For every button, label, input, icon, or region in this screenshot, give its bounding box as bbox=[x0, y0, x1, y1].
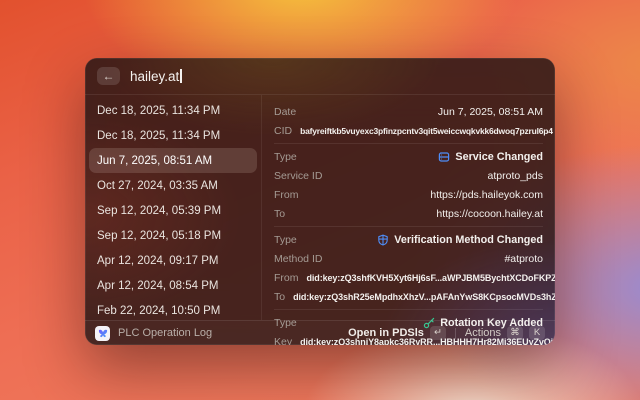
detail-label: Method ID bbox=[274, 253, 322, 265]
list-item-label: Dec 18, 2025, 11:34 PM bbox=[97, 105, 220, 117]
list-item-label: Sep 12, 2024, 05:18 PM bbox=[97, 230, 221, 242]
detail-row: Method ID #atproto bbox=[274, 249, 543, 268]
detail-label: Date bbox=[274, 106, 296, 118]
detail-label: To bbox=[274, 291, 285, 303]
operation-list: Dec 18, 2025, 11:34 PM Dec 18, 2025, 11:… bbox=[85, 95, 262, 320]
detail-row: Type Service Changed bbox=[274, 147, 543, 166]
list-item-label: Feb 22, 2024, 10:50 PM bbox=[97, 305, 220, 317]
detail-value: did:key:zQ3shR25eMpdhxXhzV...pAFAnYwS8KC… bbox=[293, 292, 543, 302]
search-input[interactable]: hailey.at bbox=[130, 69, 182, 84]
open-in-pdsls-button[interactable]: Open in PDSls bbox=[348, 327, 424, 339]
launcher-window: ← hailey.at Dec 18, 2025, 11:34 PM Dec 1… bbox=[85, 58, 555, 345]
detail-label: CID bbox=[274, 125, 292, 137]
detail-value: https://cocoon.hailey.at bbox=[436, 208, 543, 220]
back-button[interactable]: ← bbox=[97, 67, 120, 85]
plc-app-icon bbox=[95, 326, 110, 341]
detail-value: Jun 7, 2025, 08:51 AM bbox=[438, 106, 543, 118]
detail-value: Verification Method Changed bbox=[377, 234, 543, 246]
detail-value-text: #atproto bbox=[504, 253, 543, 265]
list-item[interactable]: Dec 18, 2025, 11:34 PM bbox=[89, 98, 257, 123]
footer-divider bbox=[455, 328, 456, 339]
search-bar: ← hailey.at bbox=[85, 58, 555, 95]
app-badge: PLC Operation Log bbox=[95, 326, 340, 341]
detail-value: https://pds.haileyok.com bbox=[430, 189, 543, 201]
detail-value-text: Verification Method Changed bbox=[394, 234, 543, 246]
detail-value-text: https://pds.haileyok.com bbox=[430, 189, 543, 201]
server-icon bbox=[438, 151, 450, 163]
list-item[interactable]: Sep 12, 2024, 05:39 PM bbox=[89, 198, 257, 223]
detail-value-text: did:key:zQ3shR25eMpdhxXhzV...pAFAnYwS8KC… bbox=[293, 292, 555, 302]
detail-row: From did:key:zQ3shfKVH5Xyt6Hj6sF...aWPJB… bbox=[274, 268, 543, 287]
detail-value-text: did:key:zQ3shfKVH5Xyt6Hj6sF...aWPJBM5Byc… bbox=[307, 273, 556, 283]
detail-label: To bbox=[274, 208, 285, 220]
back-arrow-icon: ← bbox=[103, 70, 115, 82]
list-item-label: Apr 12, 2024, 08:54 PM bbox=[97, 280, 218, 292]
action-bar: PLC Operation Log Open in PDSls ↵ Action… bbox=[85, 320, 555, 345]
enter-key-badge: ↵ bbox=[430, 326, 446, 340]
detail-label: Type bbox=[274, 151, 297, 163]
list-item[interactable]: Apr 12, 2024, 09:17 PM bbox=[89, 248, 257, 273]
k-key-badge: K bbox=[529, 326, 545, 340]
detail-row: Type Verification Method Changed bbox=[274, 230, 543, 249]
desktop-background: ← hailey.at Dec 18, 2025, 11:34 PM Dec 1… bbox=[0, 0, 640, 400]
search-query-text: hailey.at bbox=[130, 69, 179, 84]
detail-section: Type Verification Method Changed Method … bbox=[274, 226, 543, 309]
detail-row: To did:key:zQ3shR25eMpdhxXhzV...pAFAnYwS… bbox=[274, 287, 543, 306]
list-item[interactable]: Oct 27, 2024, 03:35 AM bbox=[89, 173, 257, 198]
detail-label: From bbox=[274, 189, 299, 201]
detail-section: Type Service Changed Service ID atproto_… bbox=[274, 143, 543, 226]
list-item-label: Jun 7, 2025, 08:51 AM bbox=[97, 155, 212, 167]
list-item-label: Sep 12, 2024, 05:39 PM bbox=[97, 205, 221, 217]
list-item[interactable]: Dec 18, 2025, 11:34 PM bbox=[89, 123, 257, 148]
list-item-label: Apr 12, 2024, 09:17 PM bbox=[97, 255, 218, 267]
app-name: PLC Operation Log bbox=[118, 327, 212, 339]
detail-value-text: Jun 7, 2025, 08:51 AM bbox=[438, 106, 543, 118]
detail-row: To https://cocoon.hailey.at bbox=[274, 204, 543, 223]
detail-row: Date Jun 7, 2025, 08:51 AM bbox=[274, 102, 543, 121]
shield-icon bbox=[377, 234, 389, 246]
footer-actions: Open in PDSls ↵ Actions ⌘ K bbox=[348, 326, 545, 340]
text-caret bbox=[180, 69, 182, 83]
list-item-label: Oct 27, 2024, 03:35 AM bbox=[97, 180, 218, 192]
detail-value-text: atproto_pds bbox=[488, 170, 543, 182]
detail-row: From https://pds.haileyok.com bbox=[274, 185, 543, 204]
detail-label: Type bbox=[274, 234, 297, 246]
detail-value: Service Changed bbox=[438, 151, 543, 163]
detail-label: Service ID bbox=[274, 170, 322, 182]
detail-row: Service ID atproto_pds bbox=[274, 166, 543, 185]
detail-label: From bbox=[274, 272, 299, 284]
list-item-label: Dec 18, 2025, 11:34 PM bbox=[97, 130, 220, 142]
actions-button[interactable]: Actions bbox=[465, 327, 501, 339]
detail-row: CID bafyreiftkb5vuyexc3pfinzpcntv3qit5we… bbox=[274, 121, 543, 140]
content-area: Dec 18, 2025, 11:34 PM Dec 18, 2025, 11:… bbox=[85, 95, 555, 320]
detail-value: did:key:zQ3shfKVH5Xyt6Hj6sF...aWPJBM5Byc… bbox=[307, 273, 544, 283]
list-item[interactable]: Apr 12, 2024, 08:54 PM bbox=[89, 273, 257, 298]
cmd-key-badge: ⌘ bbox=[507, 326, 523, 340]
detail-value: bafyreiftkb5vuyexc3pfinzpcntv3qit5weiccw… bbox=[300, 126, 543, 136]
detail-value-text: Service Changed bbox=[455, 151, 543, 163]
detail-value: atproto_pds bbox=[488, 170, 543, 182]
list-item[interactable]: Sep 12, 2024, 05:18 PM bbox=[89, 223, 257, 248]
list-item-selected[interactable]: Jun 7, 2025, 08:51 AM bbox=[89, 148, 257, 173]
detail-value-text: bafyreiftkb5vuyexc3pfinzpcntv3qit5weiccw… bbox=[300, 126, 553, 136]
detail-value-text: https://cocoon.hailey.at bbox=[436, 208, 543, 220]
detail-section: Date Jun 7, 2025, 08:51 AM CID bafyreift… bbox=[274, 99, 543, 143]
detail-value: #atproto bbox=[504, 253, 543, 265]
detail-panel: Date Jun 7, 2025, 08:51 AM CID bafyreift… bbox=[262, 95, 555, 320]
